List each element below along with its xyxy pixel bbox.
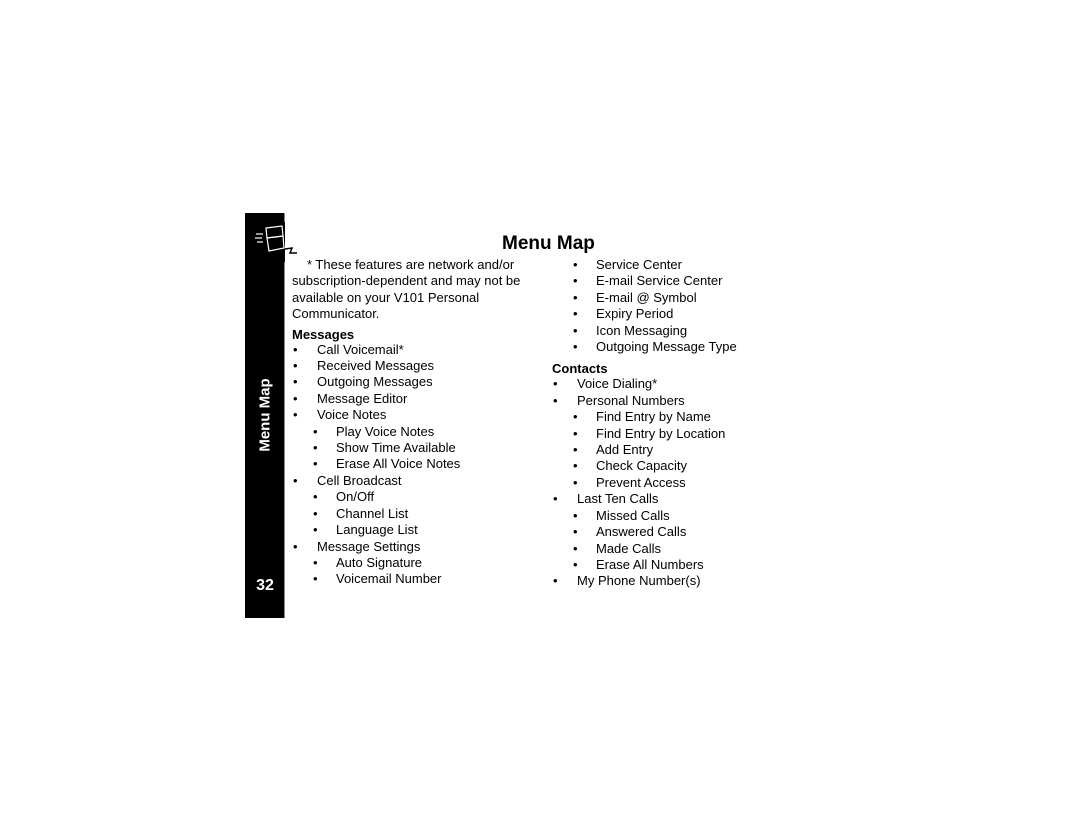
section-heading-messages: Messages xyxy=(292,326,355,342)
menu-item: On/Off xyxy=(292,489,542,506)
section-heading-contacts: Contacts xyxy=(552,361,608,377)
side-tab-label: Menu Map xyxy=(256,378,274,452)
menu-item: Call Voicemail* xyxy=(292,342,542,359)
menu-item: Icon Messaging xyxy=(552,323,782,340)
menu-item: E-mail Service Center xyxy=(552,273,782,290)
menu-item: Check Capacity xyxy=(552,458,782,475)
messages-continued-list: Service CenterE-mail Service CenterE-mai… xyxy=(552,257,782,356)
menu-item: Message Settings xyxy=(292,539,542,556)
menu-item: My Phone Number(s) xyxy=(552,573,782,590)
menu-item: Last Ten Calls xyxy=(552,491,782,508)
menu-item: Outgoing Message Type xyxy=(552,339,782,356)
menu-item: Message Editor xyxy=(292,391,542,408)
menu-item: Personal Numbers xyxy=(552,393,782,410)
menu-item: Outgoing Messages xyxy=(292,374,542,391)
menu-item: Show Time Available xyxy=(292,440,542,457)
menu-item: Made Calls xyxy=(552,541,782,558)
left-column: * These features are network and/or subs… xyxy=(292,257,542,588)
menu-item: Find Entry by Location xyxy=(552,426,782,443)
footnote: * These features are network and/or subs… xyxy=(292,257,542,323)
phone-communicator-icon xyxy=(252,222,297,262)
menu-item: Language List xyxy=(292,522,542,539)
menu-item: Add Entry xyxy=(552,442,782,459)
contacts-list: Voice Dialing*Personal NumbersFind Entry… xyxy=(552,376,782,590)
footnote-line1: * These features are network and/or xyxy=(307,257,515,272)
menu-item: Auto Signature xyxy=(292,555,542,572)
menu-item: Channel List xyxy=(292,506,542,523)
sidebar-divider xyxy=(284,213,285,618)
messages-list: Call Voicemail*Received MessagesOutgoing… xyxy=(292,342,542,589)
menu-item: Expiry Period xyxy=(552,306,782,323)
page-title: Menu Map xyxy=(502,233,595,254)
menu-item: Service Center xyxy=(552,257,782,274)
menu-item: Erase All Voice Notes xyxy=(292,456,542,473)
right-column: Service CenterE-mail Service CenterE-mai… xyxy=(552,257,782,590)
menu-item: Voice Dialing* xyxy=(552,376,782,393)
menu-item: Cell Broadcast xyxy=(292,473,542,490)
menu-item: E-mail @ Symbol xyxy=(552,290,782,307)
menu-item: Find Entry by Name xyxy=(552,409,782,426)
menu-item: Erase All Numbers xyxy=(552,557,782,574)
footnote-rest: subscription-dependent and may not be av… xyxy=(292,273,521,322)
menu-item: Received Messages xyxy=(292,358,542,375)
menu-item: Voicemail Number xyxy=(292,571,542,588)
menu-item: Voice Notes xyxy=(292,407,542,424)
menu-item: Play Voice Notes xyxy=(292,424,542,441)
menu-item: Missed Calls xyxy=(552,508,782,525)
menu-item: Answered Calls xyxy=(552,524,782,541)
page-number: 32 xyxy=(256,577,274,594)
menu-item: Prevent Access xyxy=(552,475,782,492)
